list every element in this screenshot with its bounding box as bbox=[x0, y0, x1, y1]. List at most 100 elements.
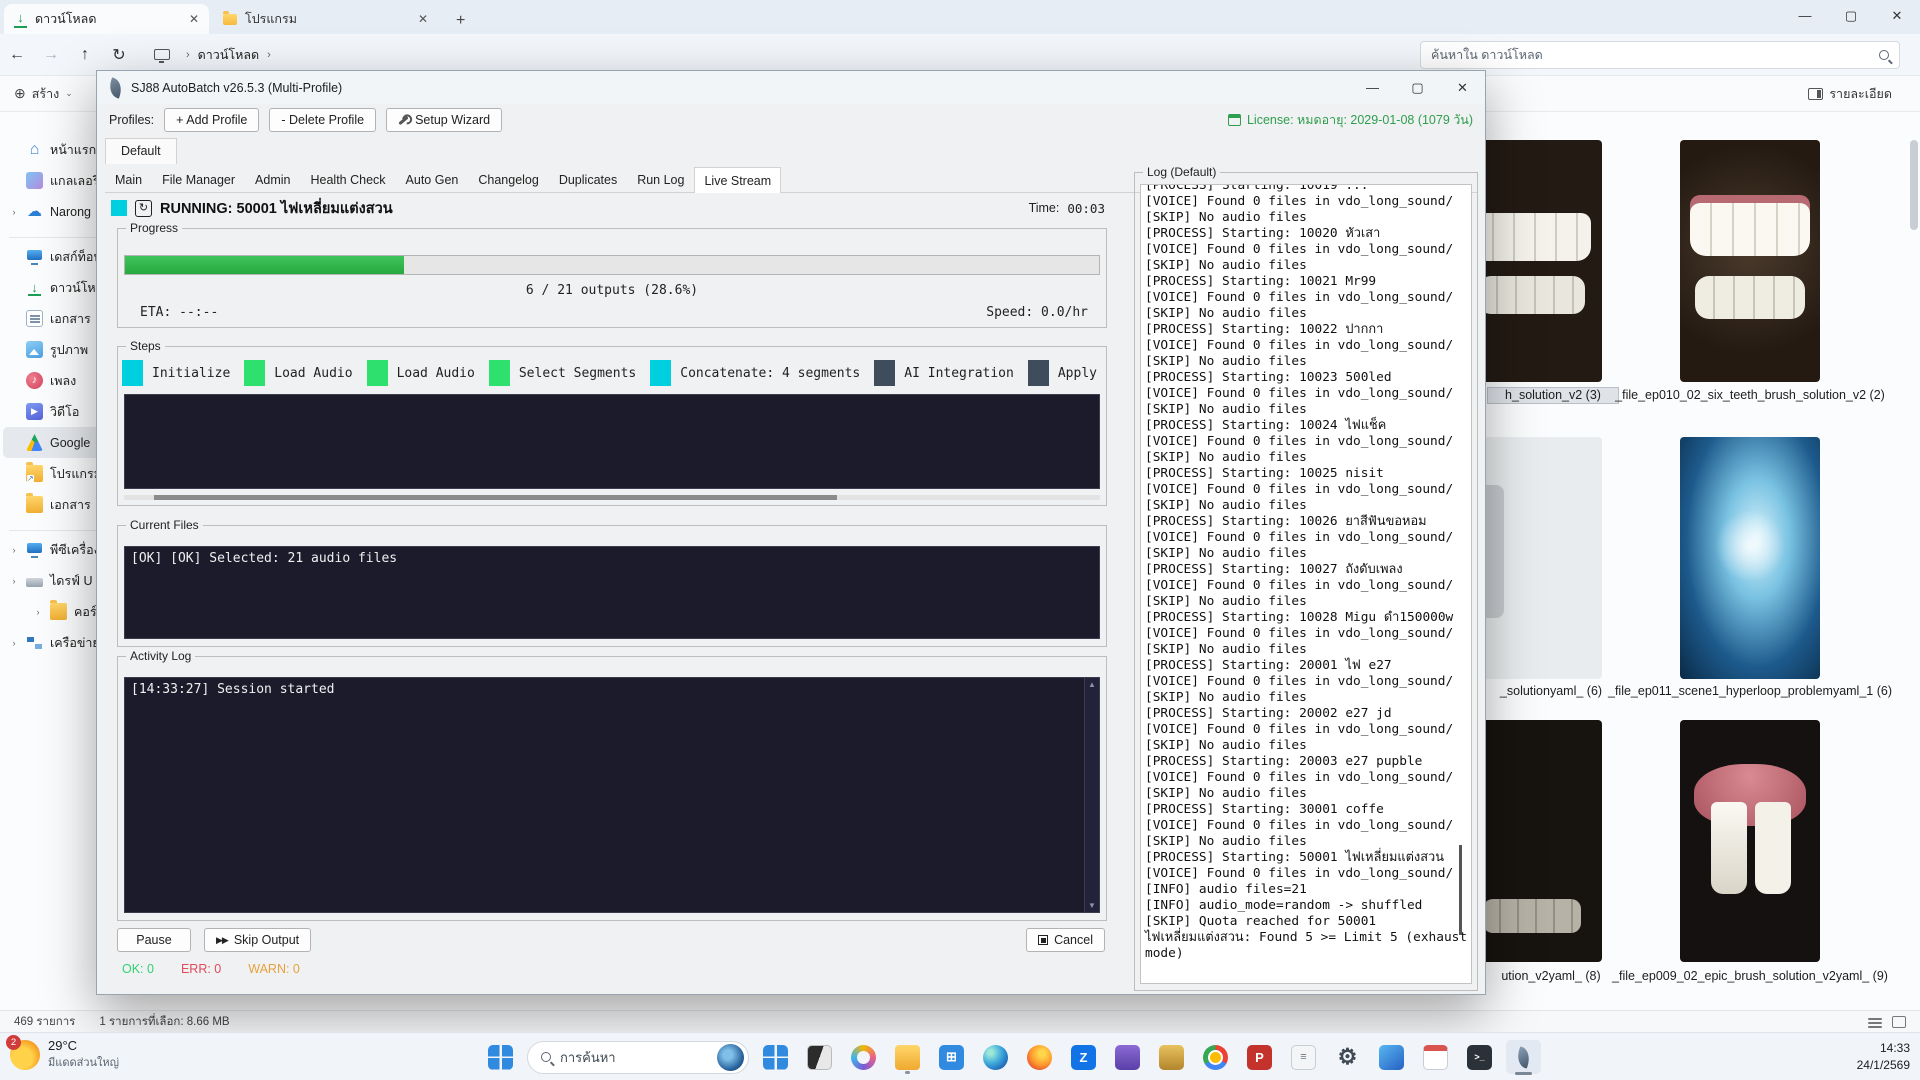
expand-chevron-icon[interactable]: › bbox=[33, 607, 43, 617]
thumbnail-view-icon[interactable] bbox=[1892, 1016, 1906, 1028]
close-button[interactable]: ✕ bbox=[1440, 72, 1485, 103]
step-chip: Select Segments bbox=[489, 360, 636, 386]
taskbar-icon[interactable]: ⚙ bbox=[1330, 1040, 1365, 1074]
setup-wizard-button[interactable]: Setup Wizard bbox=[386, 108, 502, 132]
log-console[interactable]: [PROCESS] Starting: 10019 ... [VOICE] Fou… bbox=[1140, 184, 1472, 984]
delete-profile-button[interactable]: - Delete Profile bbox=[269, 108, 376, 132]
taskbar-search[interactable]: การค้นหา bbox=[527, 1041, 749, 1074]
app-icon: Z bbox=[1071, 1045, 1096, 1070]
start-button[interactable] bbox=[483, 1040, 518, 1074]
expand-chevron-icon[interactable]: › bbox=[9, 545, 19, 555]
taskbar-icon[interactable] bbox=[846, 1040, 881, 1074]
back-button[interactable]: ← bbox=[0, 46, 34, 64]
profiles-toolbar: Profiles: + Add Profile - Delete Profile… bbox=[97, 104, 1485, 136]
explorer-scrollbar[interactable] bbox=[1910, 120, 1918, 1010]
details-toggle[interactable]: รายละเอียด bbox=[1808, 84, 1892, 104]
tab[interactable]: Main bbox=[105, 168, 152, 192]
dialog-title-bar[interactable]: SJ88 AutoBatch v26.5.3 (Multi-Profile) —… bbox=[97, 71, 1485, 104]
log-line: [SKIP] No audio files bbox=[1145, 450, 1467, 466]
expand-chevron-icon[interactable]: › bbox=[9, 207, 19, 217]
app-icon bbox=[807, 1045, 832, 1070]
taskbar-icon[interactable] bbox=[1506, 1040, 1541, 1074]
taskbar-icon[interactable]: ⊞ bbox=[934, 1040, 969, 1074]
add-profile-button[interactable]: + Add Profile bbox=[164, 108, 259, 132]
progress-bar bbox=[124, 255, 1100, 275]
minimize-button[interactable]: — bbox=[1350, 72, 1395, 103]
scrollbar-thumb[interactable] bbox=[154, 495, 837, 500]
scroll-up-icon[interactable]: ▲ bbox=[1085, 680, 1099, 689]
scrollbar-thumb[interactable] bbox=[1910, 140, 1918, 230]
steps-horizontal-scrollbar[interactable] bbox=[124, 495, 1100, 500]
taskbar-icon[interactable] bbox=[1154, 1040, 1189, 1074]
tab[interactable]: File Manager bbox=[152, 168, 245, 192]
progress-eta: ETA: --:-- bbox=[140, 305, 218, 320]
expand-chevron-icon[interactable]: › bbox=[9, 638, 19, 648]
taskbar-clock[interactable]: 14:33 24/1/2569 bbox=[1857, 1040, 1910, 1074]
breadcrumb[interactable]: ดาวน์โหลด bbox=[198, 45, 259, 65]
pause-button[interactable]: Pause bbox=[117, 928, 191, 952]
close-tab-icon[interactable]: ✕ bbox=[418, 12, 428, 26]
file-thumbnail[interactable] bbox=[1680, 140, 1820, 382]
taskbar-icon[interactable]: P bbox=[1242, 1040, 1277, 1074]
taskbar-icon[interactable] bbox=[1110, 1040, 1145, 1074]
taskbar-icon[interactable]: ≡ bbox=[1286, 1040, 1321, 1074]
forward-button[interactable]: → bbox=[34, 46, 68, 64]
skip-output-button[interactable]: ▶▶ Skip Output bbox=[204, 928, 311, 952]
file-name[interactable]: _file_ep009_02_epic_brush_solution_v2yam… bbox=[1570, 969, 1920, 984]
file-name[interactable]: _file_ep011_scene1_hyperloop_problemyaml… bbox=[1600, 684, 1900, 699]
taskbar-icon[interactable] bbox=[1022, 1040, 1057, 1074]
scroll-down-icon[interactable]: ▼ bbox=[1085, 901, 1099, 910]
taskbar-icon[interactable] bbox=[802, 1040, 837, 1074]
taskbar-icon[interactable] bbox=[1198, 1040, 1233, 1074]
log-scrollbar[interactable] bbox=[1459, 615, 1462, 984]
steps-group: Steps Initialize Load Audio Load Audio bbox=[117, 346, 1107, 506]
tab[interactable]: Health Check bbox=[300, 168, 395, 192]
weather-widget[interactable]: 29°C มีแดดส่วนใหญ่ bbox=[10, 1038, 119, 1071]
log-line: [INFO] audio_mode=random -> shuffled bbox=[1145, 898, 1467, 914]
taskbar-icon[interactable] bbox=[1374, 1040, 1409, 1074]
tab[interactable]: Auto Gen bbox=[396, 168, 469, 192]
file-thumbnail[interactable] bbox=[1680, 437, 1820, 679]
activity-log-scrollbar[interactable]: ▲ ▼ bbox=[1084, 678, 1099, 912]
new-tab-button[interactable]: + bbox=[448, 12, 473, 34]
taskbar-icon[interactable] bbox=[1418, 1040, 1453, 1074]
up-button[interactable]: ↑ bbox=[68, 46, 102, 64]
maximize-button[interactable]: ▢ bbox=[1828, 0, 1874, 34]
tab[interactable]: Run Log bbox=[627, 168, 694, 192]
activity-log-console: [14:33:27] Session started bbox=[124, 677, 1100, 913]
profile-tab-default[interactable]: Default bbox=[105, 138, 177, 164]
log-line: [PROCESS] Starting: 10019 ... bbox=[1145, 184, 1467, 194]
list-view-icon[interactable] bbox=[1868, 1018, 1882, 1020]
log-line: [VOICE] Found 0 files in vdo_long_sound/ bbox=[1145, 818, 1467, 834]
tab[interactable]: Changelog bbox=[468, 168, 548, 192]
taskbar-icon[interactable]: >_ bbox=[1462, 1040, 1497, 1074]
taskbar-icon[interactable]: Z bbox=[1066, 1040, 1101, 1074]
log-line: [VOICE] Found 0 files in vdo_long_sound/ bbox=[1145, 242, 1467, 258]
file-name[interactable]: _file_ep010_02_six_teeth_brush_solution_… bbox=[1550, 388, 1920, 403]
tab[interactable]: Admin bbox=[245, 168, 300, 192]
taskbar-icon[interactable] bbox=[758, 1040, 793, 1074]
minimize-button[interactable]: — bbox=[1782, 0, 1828, 34]
new-button[interactable]: ⊕ สร้าง ⌄ bbox=[14, 84, 73, 104]
search-input[interactable]: ค้นหาใน ดาวน์โหลด bbox=[1420, 41, 1900, 69]
step-status-square bbox=[122, 360, 143, 386]
taskbar-icon[interactable] bbox=[978, 1040, 1013, 1074]
log-line: [PROCESS] Starting: 10022 ปากกา bbox=[1145, 322, 1467, 338]
step-chip: Concatenate: 4 segments bbox=[650, 360, 860, 386]
taskbar-icon[interactable] bbox=[890, 1040, 925, 1074]
progress-outputs: 6 / 21 outputs (28.6%) bbox=[118, 283, 1106, 298]
tab[interactable]: Live Stream bbox=[694, 167, 781, 193]
tab[interactable]: Duplicates bbox=[549, 168, 627, 192]
cancel-button[interactable]: Cancel bbox=[1026, 928, 1105, 952]
close-tab-icon[interactable]: ✕ bbox=[189, 12, 199, 26]
refresh-button[interactable]: ↻ bbox=[102, 45, 136, 65]
file-thumbnail[interactable] bbox=[1680, 720, 1820, 962]
scrollbar-thumb[interactable] bbox=[1459, 845, 1462, 935]
explorer-tab-programs[interactable]: โปรแกรม ✕ bbox=[213, 4, 438, 34]
close-button[interactable]: ✕ bbox=[1874, 0, 1920, 34]
sidebar-item-icon: ▶ bbox=[26, 403, 43, 420]
maximize-button[interactable]: ▢ bbox=[1395, 72, 1440, 103]
steps-group-label: Steps bbox=[126, 339, 165, 353]
explorer-tab-downloads[interactable]: ↓ ดาวน์โหลด ✕ bbox=[4, 4, 209, 34]
expand-chevron-icon[interactable]: › bbox=[9, 576, 19, 586]
